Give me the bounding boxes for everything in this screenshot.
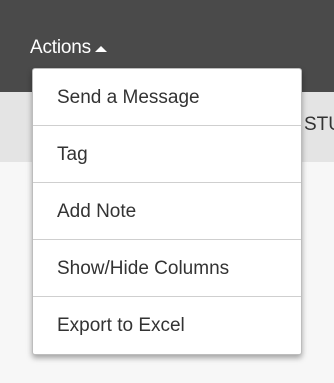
actions-label: Actions (30, 37, 91, 58)
menu-item-export-excel[interactable]: Export to Excel (33, 297, 301, 354)
caret-up-icon (94, 46, 107, 52)
menu-item-tag[interactable]: Tag (33, 126, 301, 183)
actions-dropdown-menu: Send a Message Tag Add Note Show/Hide Co… (32, 68, 302, 355)
menu-item-show-hide-columns[interactable]: Show/Hide Columns (33, 240, 301, 297)
page: Actions STU Send a Message Tag Add Note … (0, 0, 334, 383)
actions-dropdown-toggle[interactable]: Actions (30, 36, 107, 60)
menu-item-send-message[interactable]: Send a Message (33, 69, 301, 126)
menu-item-add-note[interactable]: Add Note (33, 183, 301, 240)
column-header[interactable]: STU (304, 114, 334, 136)
